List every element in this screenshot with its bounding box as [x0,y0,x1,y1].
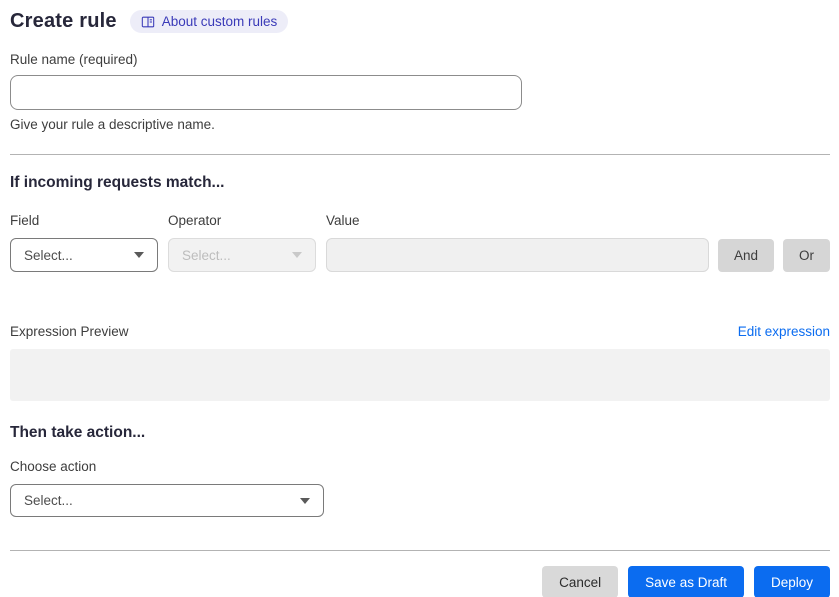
cancel-button[interactable]: Cancel [542,566,619,597]
field-select[interactable]: Select... [10,238,158,272]
value-label: Value [326,213,360,228]
field-label: Field [10,213,40,228]
condition-connectors: And Or [717,239,830,272]
operator-select[interactable]: Select... [168,238,316,272]
value-column: Value [326,213,709,272]
operator-column: Operator Select... [168,213,316,272]
edit-expression-link[interactable]: Edit expression [738,324,830,339]
chevron-down-icon [292,252,302,258]
rule-name-label: Rule name (required) [10,52,138,67]
expression-preview-box [10,349,830,401]
action-section-heading: Then take action... [10,424,146,441]
expression-preview-row: Expression Preview Edit expression [10,324,830,339]
choose-action-select[interactable]: Select... [10,484,324,517]
footer-actions: Cancel Save as Draft Deploy [10,566,830,597]
section-divider-top [10,154,830,155]
field-select-value: Select... [24,247,73,263]
page-title: Create rule [10,10,117,32]
chevron-down-icon [134,252,144,258]
operator-label: Operator [168,213,222,228]
chevron-down-icon [300,497,310,504]
create-rule-page: Create rule About custom rules Rule name… [0,0,839,597]
or-button[interactable]: Or [783,239,830,272]
and-button[interactable]: And [717,239,774,272]
rule-name-input[interactable] [10,75,522,110]
field-column: Field Select... [10,213,158,272]
page-header: Create rule About custom rules [10,10,830,33]
operator-select-value: Select... [182,247,231,263]
match-section-heading: If incoming requests match... [10,174,225,191]
rule-name-helper-text: Give your rule a descriptive name. [10,117,215,132]
deploy-button[interactable]: Deploy [753,566,830,597]
choose-action-select-value: Select... [24,493,73,508]
save-as-draft-button[interactable]: Save as Draft [628,566,744,597]
section-divider-bottom [10,550,830,551]
book-icon [141,15,155,29]
about-custom-rules-label: About custom rules [161,14,278,29]
condition-row: Field Select... Operator Select... Value… [10,213,830,272]
about-custom-rules-link[interactable]: About custom rules [129,10,289,33]
rule-name-section: Rule name (required) Give your rule a de… [10,52,830,132]
expression-preview-label: Expression Preview [10,324,129,339]
value-input[interactable] [326,238,709,272]
choose-action-label: Choose action [10,459,97,474]
